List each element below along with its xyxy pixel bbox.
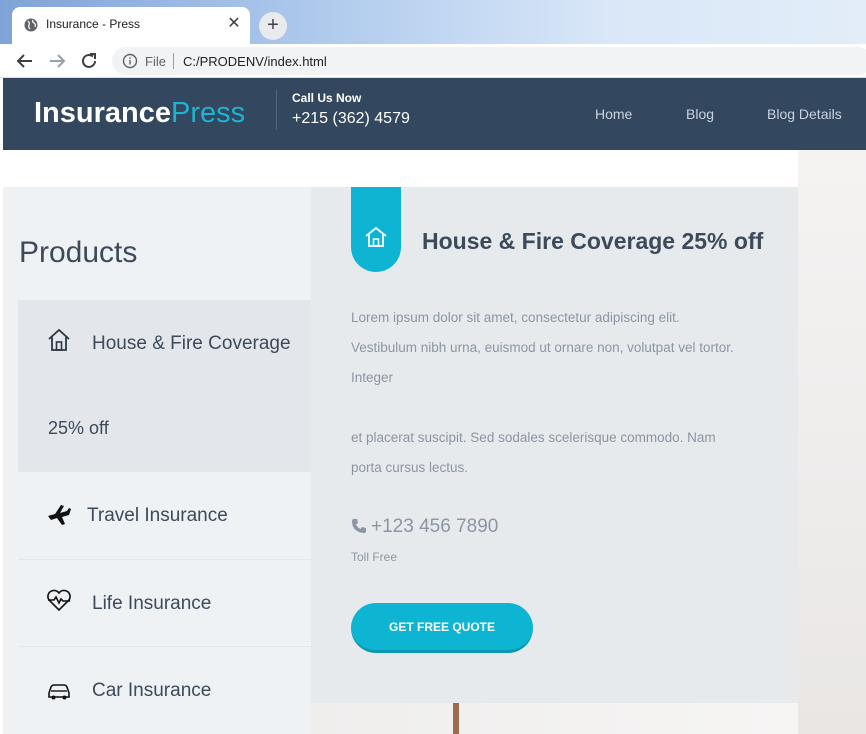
site-header: InsurancePress Call Us Now +215 (362) 45… xyxy=(3,78,866,150)
panel-phone-number: +123 456 7890 xyxy=(371,516,499,537)
product-label: Car Insurance xyxy=(92,680,212,701)
back-arrow-icon[interactable] xyxy=(14,50,36,72)
reload-icon[interactable] xyxy=(78,50,100,72)
call-us-phone: +215 (362) 4579 xyxy=(292,110,410,127)
product-item-car[interactable]: Car Insurance xyxy=(18,647,311,734)
call-us-label: Call Us Now xyxy=(292,91,362,105)
product-label: House & Fire Coverage xyxy=(92,333,291,354)
logo-bold-text: Insurance xyxy=(34,97,171,129)
globe-icon xyxy=(24,18,38,32)
product-label: Life Insurance xyxy=(92,593,212,614)
url-input[interactable]: File C:/PRODENV/index.html xyxy=(112,47,866,75)
browser-tabstrip: Insurance - Press ✕ + xyxy=(0,0,866,44)
tab-title: Insurance - Press xyxy=(46,17,141,31)
panel-badge xyxy=(351,187,401,272)
house-icon xyxy=(48,328,70,351)
logo-light-text: Press xyxy=(171,97,246,129)
products-sidebar: Products House & Fire Coverage 25% off T… xyxy=(3,187,311,734)
product-label: Travel Insurance xyxy=(87,505,228,526)
background-photo-bottom xyxy=(311,703,798,734)
background-photo xyxy=(798,150,866,734)
header-divider xyxy=(276,90,277,130)
panel-paragraph-line: porta cursus lectus. xyxy=(351,460,469,475)
panel-paragraph-line: et placerat suscipit. Sed sodales sceler… xyxy=(351,430,716,445)
url-divider xyxy=(173,53,174,69)
airplane-icon xyxy=(48,505,71,525)
car-icon xyxy=(48,684,70,700)
forward-arrow-icon[interactable] xyxy=(46,50,68,72)
address-bar: File C:/PRODENV/index.html xyxy=(0,44,866,78)
panel-title: House & Fire Coverage 25% off xyxy=(422,228,764,254)
phone-icon xyxy=(352,519,366,533)
sidebar-title: Products xyxy=(19,236,138,269)
toll-free-label: Toll Free xyxy=(351,550,398,564)
url-scheme: File xyxy=(145,54,166,69)
background-photo-edge xyxy=(453,703,459,734)
panel-paragraph-line: Lorem ipsum dolor sit amet, consectetur … xyxy=(351,310,680,325)
panel-paragraph-line: Integer xyxy=(351,370,394,385)
nav-blog-details[interactable]: Blog Details xyxy=(767,106,842,122)
url-text: C:/PRODENV/index.html xyxy=(183,54,327,69)
browser-tab[interactable]: Insurance - Press ✕ xyxy=(12,7,250,44)
house-icon xyxy=(365,226,387,247)
heartbeat-icon xyxy=(47,589,71,612)
nav-home[interactable]: Home xyxy=(595,106,632,122)
get-free-quote-button[interactable]: GET FREE QUOTE xyxy=(351,603,533,653)
product-discount: 25% off xyxy=(48,418,109,438)
close-tab-icon[interactable]: ✕ xyxy=(225,15,243,33)
info-icon[interactable] xyxy=(122,53,138,69)
site-logo[interactable]: InsurancePress xyxy=(34,97,245,130)
panel-paragraph-line: Vestibulum nibh urna, euismod ut ornare … xyxy=(351,340,734,355)
product-item-life[interactable]: Life Insurance xyxy=(18,560,311,647)
new-tab-button[interactable]: + xyxy=(259,12,287,40)
product-detail-panel: House & Fire Coverage 25% off Lorem ipsu… xyxy=(311,187,798,703)
product-item-house-fire[interactable]: House & Fire Coverage 25% off xyxy=(18,300,311,472)
product-item-travel[interactable]: Travel Insurance xyxy=(18,472,311,560)
nav-blog[interactable]: Blog xyxy=(686,106,714,122)
page-spacer xyxy=(3,150,798,187)
